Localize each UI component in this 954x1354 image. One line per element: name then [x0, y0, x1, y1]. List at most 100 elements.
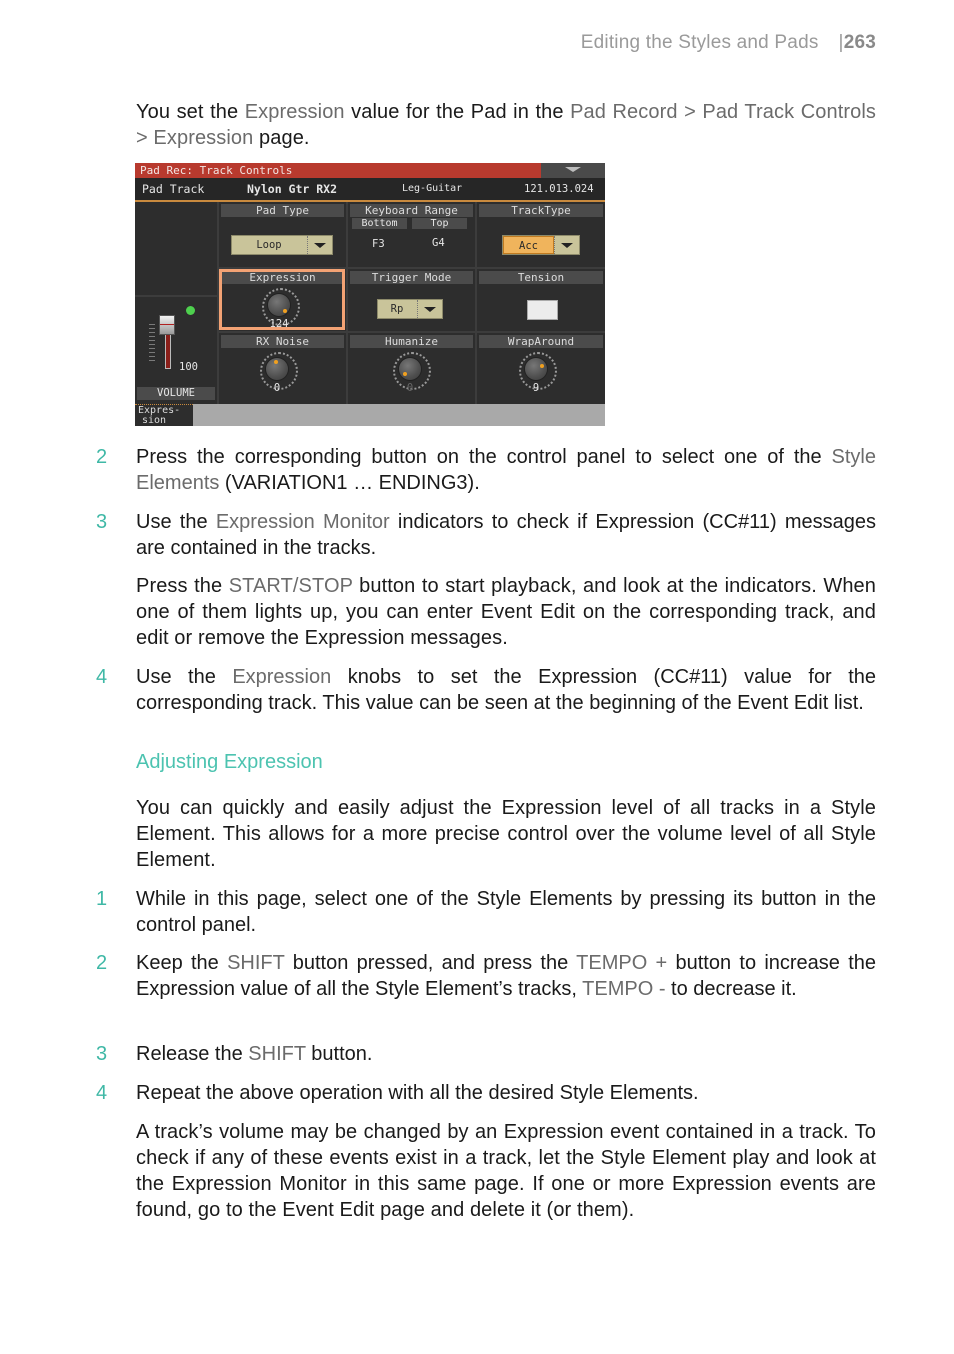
text: Keep the	[136, 952, 228, 974]
startstop-paragraph: Press the START/STOP button to start pla…	[136, 573, 876, 651]
step-number: 2	[96, 446, 108, 468]
tab-label: sion	[142, 415, 167, 426]
volume-fader[interactable]	[149, 315, 175, 369]
text: Release the	[136, 1043, 249, 1065]
trigger-mode-dropdown[interactable]: Rp	[377, 299, 443, 319]
text: to decrease it.	[665, 978, 797, 1000]
step-text: Repeat the above operation with all the …	[136, 1082, 699, 1104]
step-text: Use the Expression knobs to set the Expr…	[136, 664, 876, 716]
fader-track	[165, 329, 171, 369]
track-type-dropdown[interactable]: Acc	[502, 235, 580, 255]
pad-type-cell: Pad Type Loop	[219, 202, 346, 267]
tension-checkbox[interactable]	[527, 300, 558, 320]
text: (VARIATION1 … ENDING3).	[219, 472, 480, 494]
step-number: 4	[96, 666, 108, 688]
keyword: TEMPO -	[582, 978, 666, 1000]
keyword: Expression	[232, 666, 332, 688]
pad-type-dropdown[interactable]: Loop	[231, 235, 333, 255]
volume-led	[186, 306, 195, 315]
wraparound-cell: WrapAround 9	[477, 333, 605, 404]
running-head: Editing the Styles and Pads |263	[581, 32, 876, 54]
page-menu-button[interactable]	[541, 163, 605, 178]
humanize-knob[interactable]	[399, 358, 421, 380]
fader-scale	[149, 321, 155, 361]
step-number: 4	[96, 1082, 108, 1104]
top-label: Top	[412, 218, 467, 229]
fader-cap[interactable]	[159, 315, 175, 335]
humanize-cell: Humanize 0	[348, 333, 475, 404]
step-text: Keep the SHIFT button pressed, and press…	[136, 950, 876, 1002]
step-text: Release the SHIFT button.	[136, 1041, 876, 1067]
humanize-value: 0	[406, 382, 414, 394]
text: Press the corresponding button on the co…	[136, 446, 832, 468]
divider	[135, 295, 217, 297]
pad-track-controls-screenshot: Pad Rec: Track Controls Pad Track Nylon …	[135, 163, 605, 426]
step-number: 1	[96, 888, 108, 910]
keyword: SHIFT	[248, 1043, 306, 1065]
track-type-header: TrackType	[479, 204, 603, 217]
rx-noise-header: RX Noise	[221, 335, 344, 348]
dropdown-arrow-icon	[554, 236, 579, 254]
keyword: TEMPO +	[576, 952, 668, 974]
top-note[interactable]: G4	[432, 237, 445, 249]
tab-expression[interactable]: Expres- sion	[135, 404, 193, 426]
track-type-value: Acc	[503, 236, 554, 254]
step-text: Press the corresponding button on the co…	[136, 444, 876, 496]
text: Use the	[136, 511, 216, 533]
bottom-note[interactable]: F3	[372, 238, 385, 250]
wraparound-value: 9	[532, 382, 540, 394]
track-label: Pad Track	[142, 182, 205, 196]
step-number: 3	[96, 1043, 108, 1065]
text: button pressed, and press the	[284, 952, 577, 974]
keyword: START/STOP	[228, 575, 353, 597]
track-type-cell: TrackType Acc	[477, 202, 605, 267]
trigger-mode-header: Trigger Mode	[350, 271, 473, 284]
keyword: Expression Monitor	[215, 511, 390, 533]
keyboard-range-cell: Keyboard Range Bottom Top F3 G4	[348, 202, 475, 267]
keyword: SHIFT	[227, 952, 285, 974]
dropdown-arrow-icon	[307, 236, 332, 254]
track-info-bar: Pad Track Nylon Gtr RX2 Leg-Guitar 121.0…	[135, 178, 605, 202]
keyword-expression: Expression	[244, 101, 345, 123]
text: Press the	[136, 575, 229, 597]
selection-highlight	[219, 269, 345, 330]
text: You set the	[136, 101, 245, 123]
dropdown-arrow-icon	[417, 300, 442, 318]
section-note: A track’s volume may be changed by an Ex…	[136, 1121, 876, 1221]
volume-value: 100	[179, 361, 198, 373]
track-name: Nylon Gtr RX2	[247, 182, 338, 196]
tension-header: Tension	[479, 271, 603, 284]
step-number: 3	[96, 511, 108, 533]
page-number: 263	[843, 32, 876, 53]
rx-noise-cell: RX Noise 0	[219, 333, 346, 404]
chapter-title: Editing the Styles and Pads	[580, 32, 819, 53]
track-category: Leg-Guitar	[402, 183, 463, 194]
text: button.	[305, 1043, 373, 1065]
text: page.	[253, 127, 310, 149]
text: value for the Pad in the	[344, 101, 571, 123]
text: Use the	[136, 666, 233, 688]
menu-triangle-icon	[565, 167, 581, 172]
step-number: 2	[96, 952, 108, 974]
trigger-mode-cell: Trigger Mode Rp	[348, 269, 475, 331]
volume-label: VOLUME	[137, 387, 215, 400]
humanize-header: Humanize	[350, 335, 473, 348]
rx-noise-knob[interactable]	[266, 358, 288, 380]
trigger-mode-value: Rp	[390, 303, 404, 315]
keyboard-range-header: Keyboard Range	[350, 204, 473, 217]
step-text: While in this page, select one of the St…	[136, 888, 876, 936]
step-text: Use the Expression Monitor indicators to…	[136, 509, 876, 561]
wraparound-knob[interactable]	[525, 358, 547, 380]
page-tab-bar: Expres- sion	[135, 404, 605, 426]
intro-paragraph: You set the Expression value for the Pad…	[136, 99, 876, 151]
tension-cell: Tension	[477, 269, 605, 331]
pad-type-header: Pad Type	[221, 204, 344, 217]
wraparound-header: WrapAround	[479, 335, 603, 348]
section-intro: You can quickly and easily adjust the Ex…	[136, 797, 876, 871]
track-id: 121.013.024	[524, 183, 594, 195]
section-heading: Adjusting Expression	[136, 751, 323, 773]
rx-noise-value: 0	[273, 382, 281, 394]
screen-title: Pad Rec: Track Controls	[135, 163, 546, 178]
bottom-label: Bottom	[352, 218, 407, 229]
pad-type-value: Loop	[256, 239, 282, 251]
